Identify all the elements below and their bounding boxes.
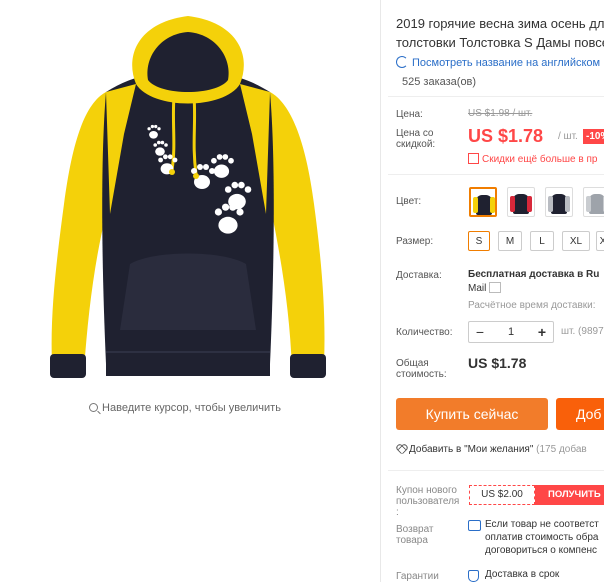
returns-label-2: товара <box>396 535 428 546</box>
product-title-line-1: 2019 горячие весна зима осень для <box>396 16 604 31</box>
wishlist-text[interactable]: Добавить в "Мои желания" <box>409 444 533 455</box>
translate-title-text[interactable]: Посмотреть название на английском <box>412 57 600 69</box>
discount-price-label-1: Цена со <box>396 128 434 139</box>
translate-title-link[interactable]: Посмотреть название на английском <box>396 56 600 69</box>
qr-code-icon <box>468 153 479 164</box>
promo-text[interactable]: Скидки ещё больше в пр <box>482 154 597 165</box>
quantity-stepper[interactable]: − 1 + <box>468 321 554 343</box>
price-label: Цена: <box>396 109 423 120</box>
color-option-lightgray[interactable] <box>583 187 604 217</box>
swatch-sleeve <box>510 196 515 212</box>
heart-icon <box>396 444 406 453</box>
guarantee-text: Доставка в срок <box>485 569 560 580</box>
current-price: US $1.78 <box>468 126 544 146</box>
color-option-red[interactable] <box>507 187 535 217</box>
coupon-value: US $2.00 <box>469 485 535 505</box>
divider-line <box>388 174 604 175</box>
wishlist-count: (175 добав <box>536 444 587 455</box>
shipping-label: Доставка: <box>396 270 442 281</box>
size-option-m[interactable]: M <box>498 231 522 251</box>
returns-line-3: договориться о компенс <box>485 545 598 556</box>
old-price: US $1.98 / шт. <box>468 108 533 119</box>
shipping-estimate: Расчётное время доставки: <box>468 300 596 311</box>
size-label: Размер: <box>396 236 434 247</box>
divider-line <box>388 96 604 97</box>
shipping-method[interactable]: Mail <box>468 283 486 294</box>
chevron-down-icon[interactable] <box>489 282 502 293</box>
wishlist-link[interactable]: Добавить в "Мои желания" (175 добав <box>396 444 587 455</box>
total-price: US $1.78 <box>468 355 527 371</box>
discount-badge: -10% <box>583 129 604 144</box>
product-image-hoodie[interactable] <box>44 14 332 392</box>
zoom-hint-text: Наведите курсор, чтобы увеличить <box>102 402 281 414</box>
translate-icon <box>396 56 408 68</box>
zoom-hint: Наведите курсор, чтобы увеличить <box>0 402 370 414</box>
promo-link[interactable]: Скидки ещё больше в пр <box>468 153 597 165</box>
color-option-gray[interactable] <box>545 187 573 217</box>
coupon-label-1: Купон нового <box>396 485 457 496</box>
size-option-xx[interactable]: X <box>596 231 604 251</box>
quantity-label: Количество: <box>396 327 453 338</box>
size-option-xl[interactable]: XL <box>562 231 590 251</box>
quantity-plus-button[interactable]: + <box>531 322 553 342</box>
panel-divider <box>380 0 381 582</box>
product-image-panel[interactable]: Наведите курсор, чтобы увеличить <box>0 0 380 430</box>
stock-count: шт. (9897 <box>561 326 604 337</box>
total-label-1: Общая <box>396 358 429 369</box>
swatch-sleeve <box>490 197 495 213</box>
get-coupon-button[interactable]: ПОЛУЧИТЬ <box>535 485 604 505</box>
coupon-label-3: : <box>396 507 399 518</box>
coupon-label-2: пользователя <box>396 496 460 507</box>
swatch-sleeve <box>586 196 591 212</box>
swatch-thumbnail <box>589 194 604 214</box>
swatch-sleeve <box>527 196 532 212</box>
add-to-cart-button[interactable]: Доб <box>556 398 604 430</box>
quantity-input[interactable]: 1 <box>491 322 531 342</box>
color-option-yellow[interactable] <box>469 187 497 217</box>
shipping-main: Бесплатная доставка в Ru <box>468 269 600 280</box>
size-option-l[interactable]: L <box>530 231 554 251</box>
buy-now-button[interactable]: Купить сейчас <box>396 398 548 430</box>
returns-icon <box>468 520 481 531</box>
discount-price-label-2: скидкой: <box>396 139 436 150</box>
divider-line <box>388 470 604 471</box>
returns-label-1: Возврат <box>396 524 434 535</box>
swatch-sleeve <box>473 197 478 213</box>
product-title-line-2: толстовки Толстовка S Дамы повсе <box>396 35 604 50</box>
swatch-sleeve <box>548 196 553 212</box>
product-title: 2019 горячие весна зима осень для толсто… <box>396 14 604 52</box>
orders-count: 525 заказа(ов) <box>402 76 477 88</box>
returns-line-2: оплатив стоимость обра <box>485 532 599 543</box>
quantity-minus-button[interactable]: − <box>469 322 491 342</box>
per-unit: / шт. <box>558 131 578 142</box>
swatch-sleeve <box>565 196 570 212</box>
shipping-method-select[interactable]: Mail <box>468 282 502 294</box>
size-option-s[interactable]: S <box>468 231 490 251</box>
guarantee-label: Гарантии <box>396 571 439 582</box>
returns-line-1: Если товар не соответст <box>485 519 599 530</box>
magnifier-icon <box>89 403 99 412</box>
shield-icon <box>468 570 479 582</box>
color-label: Цвет: <box>396 196 422 207</box>
total-label-2: стоимость: <box>396 369 447 380</box>
returns-text: Если товар не соответст оплатив стоимост… <box>485 518 599 557</box>
